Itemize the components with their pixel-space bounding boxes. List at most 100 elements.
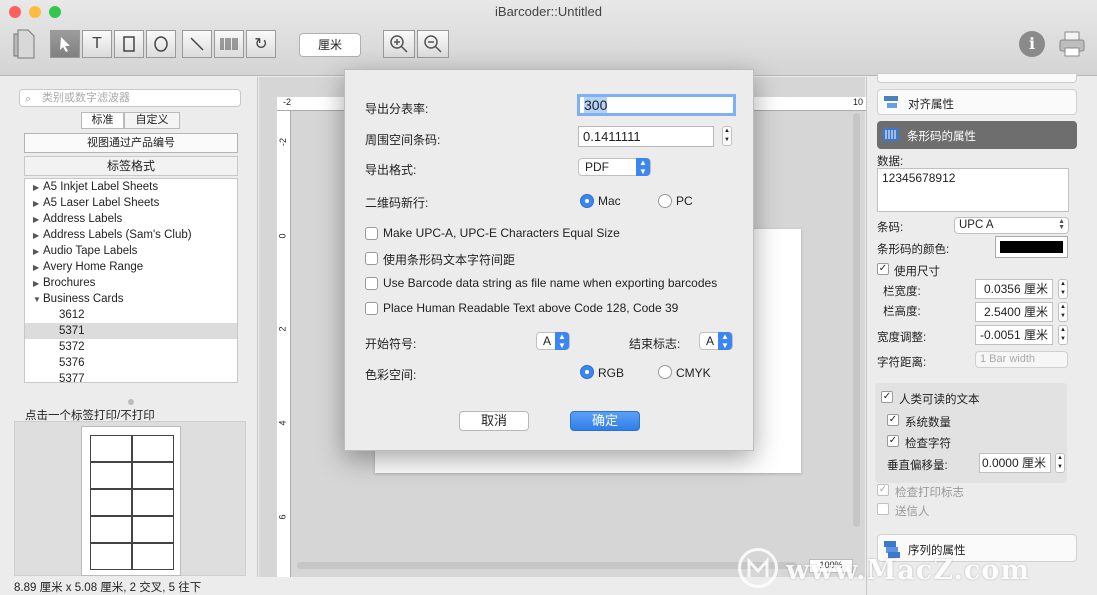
zoom-in-icon[interactable] xyxy=(383,30,415,58)
preview-label-cell[interactable] xyxy=(90,462,132,489)
align-icon xyxy=(882,93,902,111)
tree-item[interactable]: 5376 xyxy=(25,355,237,371)
disclosure-closed-icon[interactable]: ▶ xyxy=(33,276,43,292)
tab-custom[interactable]: 自定义 xyxy=(124,112,180,129)
tree-item-label: 3612 xyxy=(59,309,85,321)
preview-label-cell[interactable] xyxy=(90,516,132,543)
barcode-type-select[interactable]: UPC A ▲ ▼ xyxy=(954,217,1069,234)
line-tool-icon[interactable] xyxy=(182,30,212,58)
disclosure-closed-icon[interactable]: ▶ xyxy=(33,244,43,260)
tree-item[interactable]: ▶ Address Labels (Sam's Club) xyxy=(25,227,237,243)
rectangle-tool-icon[interactable] xyxy=(114,30,144,58)
check-print-flag-label: 检查打印标志 xyxy=(895,487,964,499)
vertical-ruler: -2 0 2 4 6 xyxy=(277,111,291,577)
system-digits-checkbox[interactable]: ✓ xyxy=(887,414,899,426)
filter-search-input[interactable]: ⌕ 类别或数字滤波器 xyxy=(19,89,241,107)
qr-mac-radio[interactable] xyxy=(580,194,594,208)
tree-item[interactable]: 5372 xyxy=(25,339,237,355)
preview-label-cell[interactable] xyxy=(132,543,174,570)
preview-label-cell[interactable] xyxy=(132,516,174,543)
equal-size-checkbox[interactable] xyxy=(365,227,378,240)
preview-label-cell[interactable] xyxy=(90,489,132,516)
barcode-props-header[interactable]: 条形码的属性 xyxy=(877,121,1077,149)
use-size-checkbox[interactable]: ✓ xyxy=(877,263,889,275)
watermark-text: www.MacZ.com xyxy=(786,555,1030,586)
tab-standard[interactable]: 标准 xyxy=(81,112,124,129)
vertical-offset-stepper[interactable]: ▲ ▼ xyxy=(1055,453,1065,473)
tree-item[interactable]: ▶ A5 Inkjet Label Sheets xyxy=(25,179,237,195)
rotate-tool-icon[interactable]: ↻ xyxy=(246,30,276,58)
check-digit-checkbox[interactable]: ✓ xyxy=(887,435,899,447)
preview-label-cell[interactable] xyxy=(90,435,132,462)
vertical-scrollbar[interactable] xyxy=(853,113,860,527)
barcode-color-well[interactable] xyxy=(995,236,1068,258)
tree-item-label: 5371 xyxy=(59,325,85,337)
start-symbol-select[interactable]: A ▲ ▼ xyxy=(536,332,570,350)
check-print-flag-checkbox[interactable]: ✓ xyxy=(877,484,889,496)
disclosure-closed-icon[interactable]: ▶ xyxy=(33,180,43,196)
splitter-handle[interactable] xyxy=(128,399,134,405)
preview-label-cell[interactable] xyxy=(132,489,174,516)
char-spacing-select[interactable]: 1 Bar width xyxy=(975,351,1068,368)
preview-label-cell[interactable] xyxy=(132,435,174,462)
tree-item[interactable]: ▶ A5 Laser Label Sheets xyxy=(25,195,237,211)
unit-button[interactable]: 厘米 xyxy=(299,33,361,57)
text-spacing-checkbox[interactable] xyxy=(365,252,378,265)
tree-item[interactable]: ▶ Brochures xyxy=(25,275,237,291)
filename-checkbox[interactable] xyxy=(365,277,378,290)
preview-label-cell[interactable] xyxy=(132,462,174,489)
width-adjust-stepper[interactable]: ▲ ▼ xyxy=(1058,325,1068,345)
bar-width-input[interactable]: 0.0356 厘米 xyxy=(975,279,1053,299)
bar-height-stepper[interactable]: ▲ ▼ xyxy=(1058,302,1068,322)
disclosure-closed-icon[interactable]: ▶ xyxy=(33,196,43,212)
vertical-offset-input[interactable]: 0.0000 厘米 xyxy=(979,453,1051,473)
tree-item[interactable]: ▶ Address Labels xyxy=(25,211,237,227)
width-adjust-label: 宽度调整: xyxy=(877,332,927,344)
tree-item[interactable]: ▶ Audio Tape Labels xyxy=(25,243,237,259)
text-tool-icon[interactable]: T xyxy=(82,30,112,58)
chevron-updown-icon: ▲ ▼ xyxy=(636,158,650,176)
tree-item[interactable]: ▼ Business Cards xyxy=(25,291,237,307)
disclosure-open-icon[interactable]: ▼ xyxy=(33,292,43,308)
align-props-header[interactable]: 对齐属性 xyxy=(877,89,1077,115)
bar-height-input[interactable]: 2.5400 厘米 xyxy=(975,302,1053,322)
width-adjust-input[interactable]: -0.0051 厘米 xyxy=(975,325,1053,345)
qr-pc-radio[interactable] xyxy=(658,194,672,208)
sender-checkbox[interactable] xyxy=(877,503,889,515)
zoom-out-icon[interactable] xyxy=(417,30,449,58)
print-icon[interactable] xyxy=(1058,30,1086,58)
bar-width-stepper[interactable]: ▲ ▼ xyxy=(1058,279,1068,299)
disclosure-closed-icon[interactable]: ▶ xyxy=(33,228,43,244)
quiet-zone-stepper[interactable]: ▲ ▼ xyxy=(722,126,732,146)
barcode-tool-icon[interactable] xyxy=(214,30,244,58)
filename-label: Use Barcode data string as file name whe… xyxy=(383,276,718,290)
document-icon[interactable] xyxy=(12,28,36,60)
cmyk-radio[interactable] xyxy=(658,365,672,379)
tree-item[interactable]: 5371 xyxy=(25,323,237,339)
select-tool-icon[interactable] xyxy=(50,30,80,58)
ellipse-tool-icon[interactable] xyxy=(146,30,176,58)
text-above-checkbox[interactable] xyxy=(365,302,378,315)
export-format-select[interactable]: PDF ▲ ▼ xyxy=(578,158,651,176)
barcode-data-input[interactable]: 12345678912 xyxy=(877,168,1069,212)
tree-item[interactable]: 3612 xyxy=(25,307,237,323)
end-symbol-select[interactable]: A ▲ ▼ xyxy=(699,332,733,350)
ok-button[interactable]: 确定 xyxy=(570,411,640,431)
disclosure-closed-icon[interactable]: ▶ xyxy=(33,260,43,276)
tree-item-label: A5 Laser Label Sheets xyxy=(43,197,160,209)
preview-label-cell[interactable] xyxy=(90,543,132,570)
tree-item[interactable]: 5377 xyxy=(25,371,237,382)
label-format-tree[interactable]: ▶ A5 Inkjet Label Sheets ▶ A5 Laser Label S… xyxy=(24,178,238,383)
horizontal-scrollbar[interactable] xyxy=(297,562,797,569)
info-icon[interactable]: i xyxy=(1019,31,1045,57)
rgb-radio[interactable] xyxy=(580,365,594,379)
export-resolution-input[interactable]: 300 xyxy=(577,94,736,116)
tree-item[interactable]: ▶ Avery Home Range xyxy=(25,259,237,275)
quiet-zone-input[interactable]: 0.1411111 xyxy=(578,126,714,147)
check-digit-label: 检查字符 xyxy=(905,438,951,450)
human-readable-checkbox[interactable]: ✓ xyxy=(881,391,893,403)
disclosure-closed-icon[interactable]: ▶ xyxy=(33,212,43,228)
view-by-product-button[interactable]: 视图通过产品编号 xyxy=(24,133,238,153)
cancel-button[interactable]: 取消 xyxy=(459,411,529,431)
ruler-label: 6 xyxy=(277,514,288,520)
